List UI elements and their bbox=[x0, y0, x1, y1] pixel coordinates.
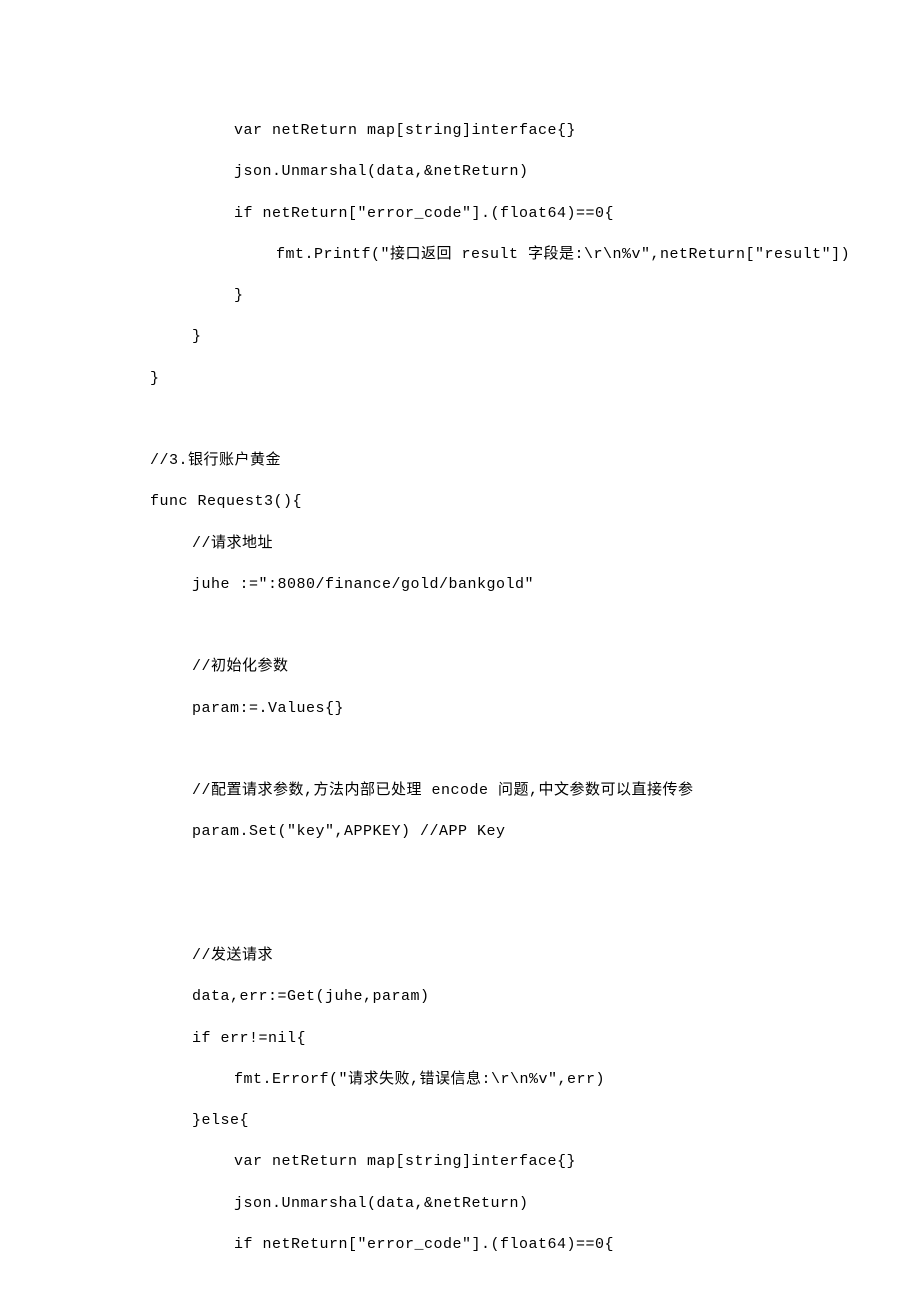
code-line: if netReturn["error_code"].(float64)==0{ bbox=[150, 1224, 770, 1265]
code-line: param.Set("key",APPKEY) //APP Key bbox=[150, 811, 770, 852]
blank-line bbox=[150, 853, 770, 894]
code-line: if err!=nil{ bbox=[150, 1018, 770, 1059]
code-line: var netReturn map[string]interface{} bbox=[150, 1141, 770, 1182]
code-line: json.Unmarshal(data,&netReturn) bbox=[150, 151, 770, 192]
code-line: func Request3(){ bbox=[150, 481, 770, 522]
code-line: //发送请求 bbox=[150, 935, 770, 976]
blank-line bbox=[150, 399, 770, 440]
blank-line bbox=[150, 894, 770, 935]
code-block: var netReturn map[string]interface{}json… bbox=[150, 110, 770, 1265]
blank-line bbox=[150, 605, 770, 646]
code-line: json.Unmarshal(data,&netReturn) bbox=[150, 1183, 770, 1224]
code-line: //3.银行账户黄金 bbox=[150, 440, 770, 481]
code-line: param:=.Values{} bbox=[150, 688, 770, 729]
code-line: var netReturn map[string]interface{} bbox=[150, 110, 770, 151]
code-line: fmt.Errorf("请求失败,错误信息:\r\n%v",err) bbox=[150, 1059, 770, 1100]
code-line: //初始化参数 bbox=[150, 646, 770, 687]
code-line: } bbox=[150, 275, 770, 316]
blank-line bbox=[150, 729, 770, 770]
code-line: fmt.Printf("接口返回 result 字段是:\r\n%v",netR… bbox=[150, 234, 770, 275]
code-line: } bbox=[150, 316, 770, 357]
code-line: if netReturn["error_code"].(float64)==0{ bbox=[150, 193, 770, 234]
code-line: juhe :=":8080/finance/gold/bankgold" bbox=[150, 564, 770, 605]
code-line: } bbox=[150, 358, 770, 399]
code-line: //配置请求参数,方法内部已处理 encode 问题,中文参数可以直接传参 bbox=[150, 770, 770, 811]
code-line: }else{ bbox=[150, 1100, 770, 1141]
code-line: data,err:=Get(juhe,param) bbox=[150, 976, 770, 1017]
code-line: //请求地址 bbox=[150, 523, 770, 564]
